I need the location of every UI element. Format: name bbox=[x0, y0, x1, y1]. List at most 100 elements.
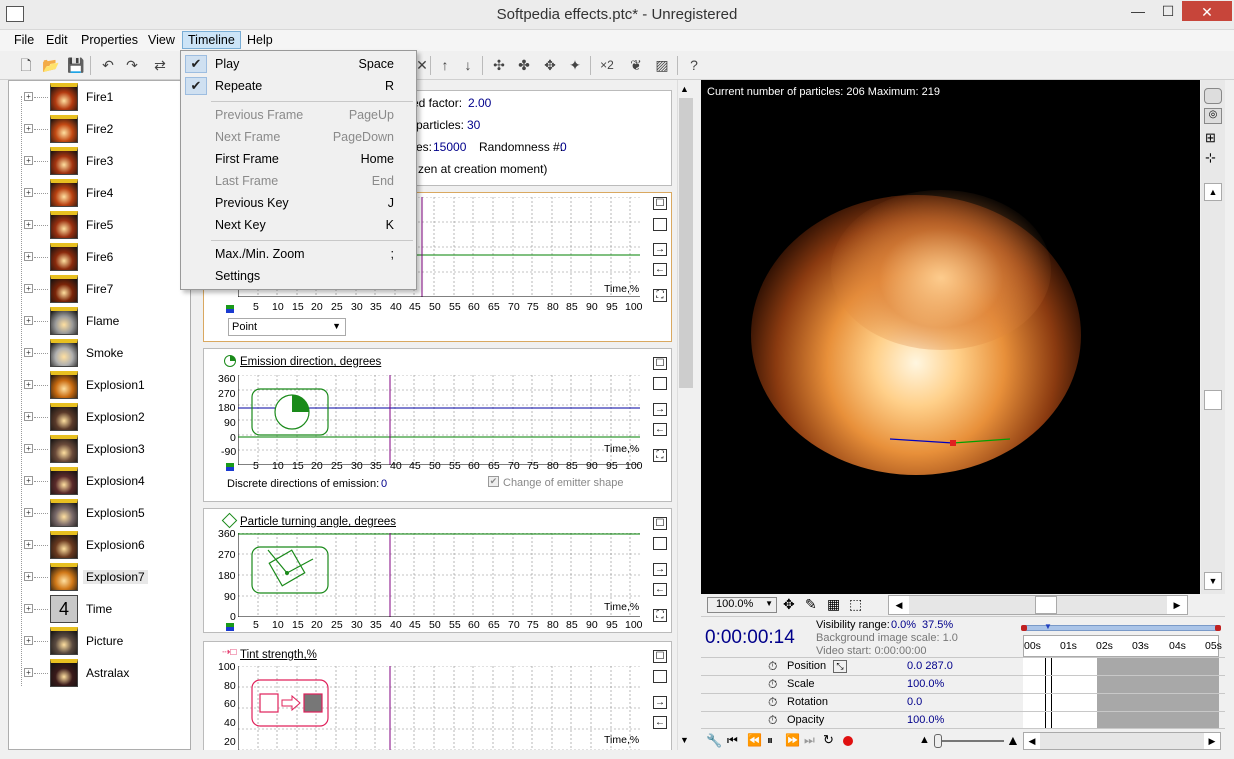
track-row-opacity[interactable]: ⏱ Opacity 100.0% bbox=[701, 711, 1225, 729]
menu-help[interactable]: Help bbox=[242, 32, 278, 48]
new-file-icon[interactable]: 🗋 bbox=[16, 56, 36, 75]
tree-item[interactable]: +4 Time bbox=[8, 593, 190, 625]
track-value[interactable]: 0.0 bbox=[907, 696, 922, 708]
expand-icon[interactable]: + bbox=[24, 92, 33, 101]
expand-icon[interactable]: + bbox=[24, 412, 33, 421]
expand-icon[interactable]: + bbox=[24, 284, 33, 293]
last-frame-icon[interactable]: ⏭ bbox=[804, 733, 815, 748]
tree-item[interactable]: + Fire5 bbox=[8, 209, 190, 241]
help-icon[interactable]: ? bbox=[684, 56, 704, 75]
close-button[interactable]: ✕ bbox=[1182, 1, 1232, 21]
expand-icon[interactable]: + bbox=[24, 636, 33, 645]
prev-key-button[interactable]: ← bbox=[653, 583, 667, 596]
expand-icon[interactable]: + bbox=[24, 572, 33, 581]
track-row-rotation[interactable]: ⏱ Rotation 0.0 bbox=[701, 693, 1225, 711]
scroll-left-icon[interactable]: ◀ bbox=[1024, 733, 1040, 749]
tree-item[interactable]: + Fire6 bbox=[8, 241, 190, 273]
minimize-button[interactable]: — bbox=[1122, 0, 1154, 22]
expand-icon[interactable]: + bbox=[24, 508, 33, 517]
lifetime-value[interactable]: 15000 bbox=[433, 140, 466, 154]
maximize-graph-button[interactable]: ☐ bbox=[653, 197, 667, 210]
horizontal-scrollbar[interactable]: ◀ ▶ bbox=[888, 595, 1188, 615]
save-icon[interactable]: 💾 bbox=[66, 56, 86, 75]
scroll-right-icon[interactable]: ▶ bbox=[1204, 733, 1220, 749]
tree-item[interactable]: + Fire1 bbox=[8, 81, 190, 113]
tree-item[interactable]: + Fire2 bbox=[8, 113, 190, 145]
horizontal-scroll-thumb[interactable] bbox=[1035, 596, 1057, 614]
expand-icon[interactable]: + bbox=[24, 476, 33, 485]
layout-tool-icon[interactable]: ▦ bbox=[827, 596, 840, 613]
split-icon[interactable]: ⇄ bbox=[150, 56, 170, 75]
minimize-graph-button[interactable] bbox=[653, 218, 667, 231]
speed-slider[interactable] bbox=[934, 734, 1004, 748]
emitter-handle[interactable] bbox=[950, 440, 956, 446]
menu-item-play[interactable]: ✔ Play Space bbox=[181, 53, 416, 75]
multiply-icon[interactable]: ×2 bbox=[596, 56, 618, 75]
tree-item[interactable]: + Explosion4 bbox=[8, 465, 190, 497]
tree-item[interactable]: + Picture bbox=[8, 625, 190, 657]
expand-icon[interactable]: + bbox=[24, 124, 33, 133]
menu-properties[interactable]: Properties bbox=[76, 32, 143, 48]
tree-item[interactable]: + Explosion2 bbox=[8, 401, 190, 433]
emitter-tool-3-icon[interactable]: ✥ bbox=[540, 56, 560, 75]
next-key-button[interactable]: → bbox=[653, 696, 667, 709]
menu-timeline[interactable]: Timeline bbox=[182, 31, 241, 49]
playhead-marker-icon[interactable]: ▼ bbox=[1044, 622, 1052, 631]
picture-icon[interactable]: ▨ bbox=[652, 56, 672, 75]
menu-item-first-frame[interactable]: First Frame Home bbox=[181, 148, 416, 170]
scroll-right-icon[interactable]: ▶ bbox=[1167, 596, 1187, 614]
menu-item-zoom[interactable]: Max./Min. Zoom ; bbox=[181, 243, 416, 265]
scroll-up-icon[interactable]: ▲ bbox=[680, 84, 689, 94]
visibility-start[interactable]: 0.0% bbox=[891, 619, 916, 631]
fit-graph-button[interactable]: ⛶ bbox=[653, 449, 667, 462]
tree-item[interactable]: + Fire7 bbox=[8, 273, 190, 305]
minimize-graph-button[interactable] bbox=[653, 670, 667, 683]
repeat-icon[interactable]: ↻ bbox=[823, 732, 834, 748]
expand-icon[interactable]: + bbox=[24, 316, 33, 325]
path-icon[interactable]: ⤡ bbox=[833, 660, 847, 673]
menu-item-last-frame[interactable]: Last Frame End bbox=[181, 170, 416, 192]
menu-item-repeate[interactable]: ✔ Repeate R bbox=[181, 75, 416, 97]
axis-icon[interactable]: ⊹ bbox=[1205, 150, 1216, 166]
grid-icon[interactable]: ⊞ bbox=[1205, 130, 1216, 146]
leaf-icon[interactable]: ❦ bbox=[626, 56, 646, 75]
track-row-scale[interactable]: ⏱ Scale 100.0% bbox=[701, 675, 1225, 693]
menu-item-previous-key[interactable]: Previous Key J bbox=[181, 192, 416, 214]
discrete-directions-value[interactable]: 0 bbox=[381, 478, 387, 490]
visibility-range-bar[interactable] bbox=[1021, 625, 1221, 631]
tree-item[interactable]: + Smoke bbox=[8, 337, 190, 369]
prev-frame-icon[interactable]: ⏪ bbox=[747, 733, 762, 747]
record-icon[interactable] bbox=[843, 736, 853, 746]
fit-graph-button[interactable]: ⛶ bbox=[653, 609, 667, 622]
maximize-graph-button[interactable]: ☐ bbox=[653, 650, 667, 663]
paint-tool-icon[interactable]: ✎ bbox=[805, 596, 817, 613]
menu-item-next-key[interactable]: Next Key K bbox=[181, 214, 416, 236]
emitter-tool-2-icon[interactable]: ✤ bbox=[514, 56, 534, 75]
track-value[interactable]: 0.0 287.0 bbox=[907, 660, 953, 672]
tree-item[interactable]: + Flame bbox=[8, 305, 190, 337]
scroll-up-icon[interactable]: ▲ bbox=[1204, 183, 1222, 201]
wrench-icon[interactable]: 🔧 bbox=[706, 733, 722, 749]
zoom-select[interactable]: 100.0% ▼ bbox=[707, 597, 777, 613]
scroll-down-icon[interactable]: ▼ bbox=[1204, 572, 1222, 590]
target-icon[interactable]: ◎ bbox=[1204, 108, 1222, 124]
turning-angle-graph[interactable] bbox=[238, 533, 640, 617]
minimize-graph-button[interactable] bbox=[653, 377, 667, 390]
next-key-button[interactable]: → bbox=[653, 243, 667, 256]
expand-icon[interactable]: + bbox=[24, 604, 33, 613]
tree-item[interactable]: + Explosion5 bbox=[8, 497, 190, 529]
track-value[interactable]: 100.0% bbox=[907, 678, 944, 690]
track-row-position[interactable]: ⏱ Position ⤡ 0.0 287.0 bbox=[701, 657, 1225, 675]
expand-icon[interactable]: + bbox=[24, 444, 33, 453]
next-key-button[interactable]: → bbox=[653, 403, 667, 416]
scroll-thumb[interactable] bbox=[679, 98, 693, 388]
emitter-tool-icon[interactable]: ✣ bbox=[489, 56, 509, 75]
expand-icon[interactable]: + bbox=[24, 668, 33, 677]
tint-strength-graph[interactable] bbox=[238, 666, 640, 750]
change-shape-checkbox[interactable]: ✔ bbox=[488, 476, 499, 487]
emitter-gizmo[interactable] bbox=[886, 430, 1016, 450]
fit-graph-button[interactable]: ⛶ bbox=[653, 289, 667, 302]
expand-icon[interactable]: + bbox=[24, 348, 33, 357]
first-frame-icon[interactable]: ⏮ bbox=[727, 733, 738, 748]
minimize-graph-button[interactable] bbox=[653, 537, 667, 550]
